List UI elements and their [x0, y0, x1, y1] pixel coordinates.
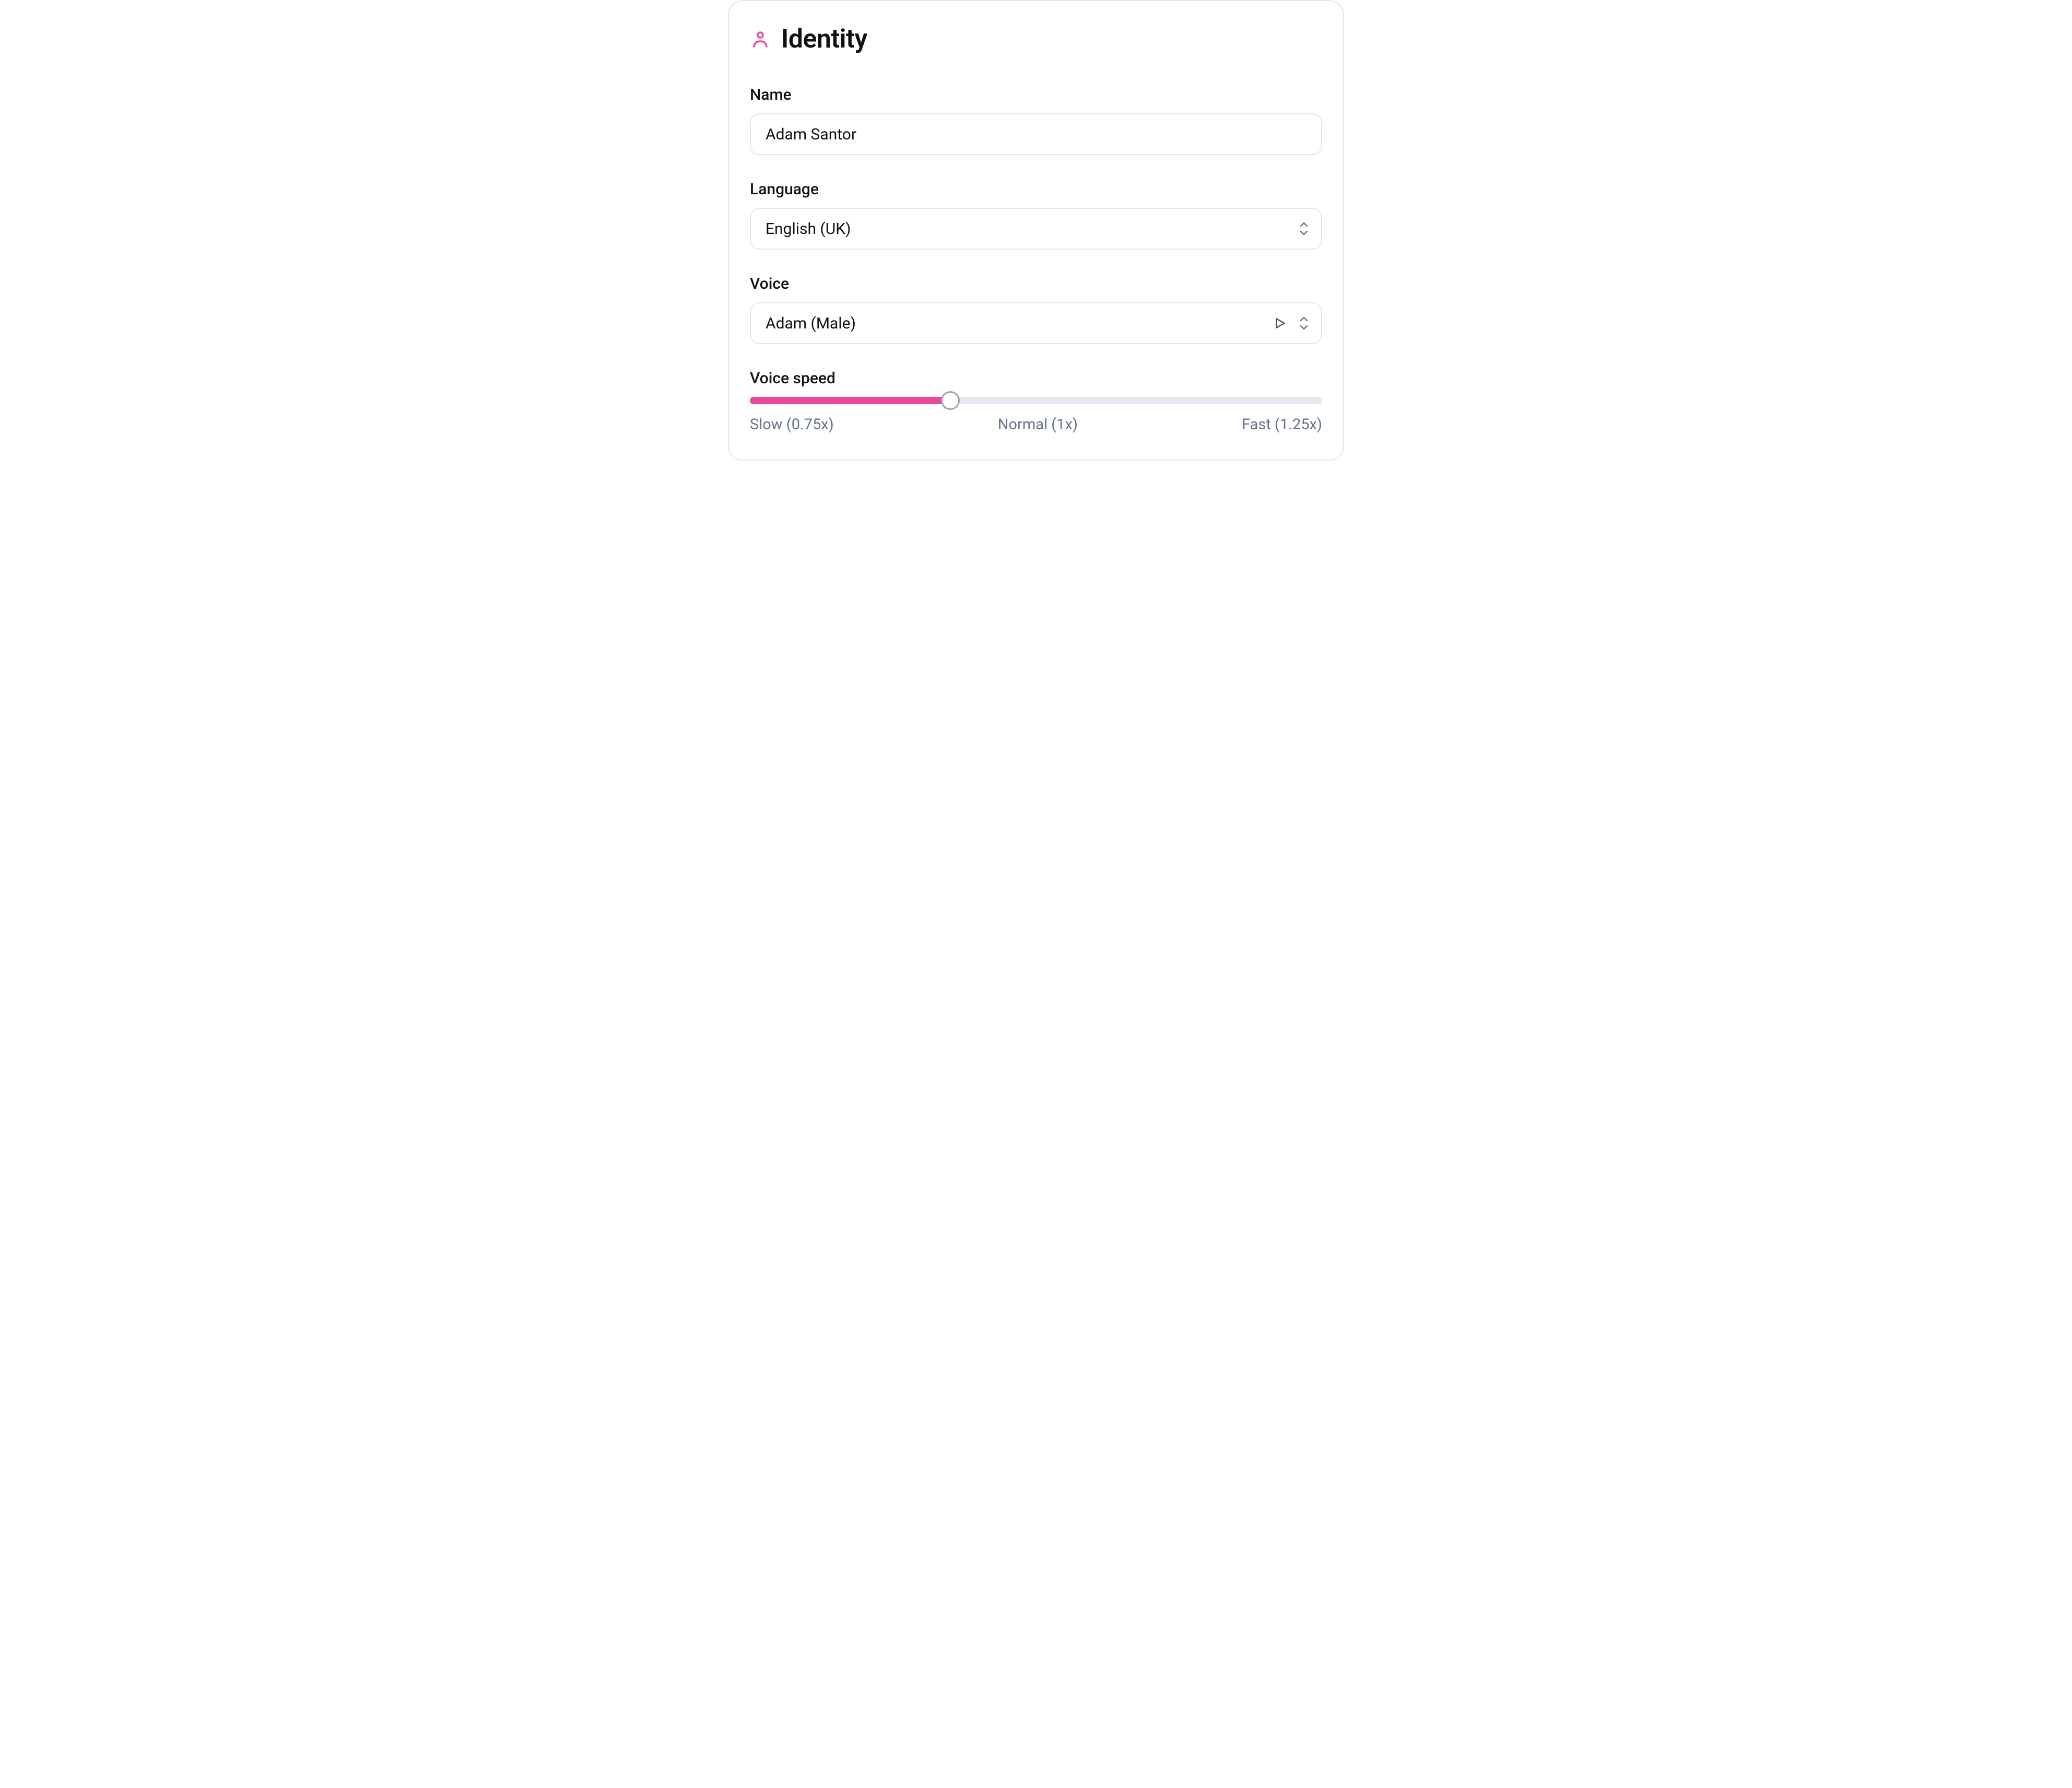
slider-tick-fast: Fast (1.25x): [1242, 416, 1322, 433]
voice-value: Adam (Male): [766, 314, 856, 333]
name-field-group: Name: [750, 86, 1322, 155]
voice-field-group: Voice Adam (Male): [750, 275, 1322, 344]
identity-card: Identity Name Language English (UK) Voic…: [728, 0, 1344, 461]
language-label: Language: [750, 180, 1322, 198]
voice-speed-slider[interactable]: [750, 397, 1322, 404]
slider-tick-normal: Normal (1x): [998, 416, 1078, 433]
person-icon: [750, 29, 771, 50]
section-title: Identity: [781, 24, 867, 54]
card-header: Identity: [750, 24, 1322, 54]
voice-speed-field-group: Voice speed Slow (0.75x) Normal (1x) Fas…: [750, 369, 1322, 433]
slider-tick-slow: Slow (0.75x): [750, 416, 834, 433]
chevrons-up-down-icon: [1299, 316, 1309, 330]
voice-select[interactable]: Adam (Male): [750, 302, 1322, 344]
name-label: Name: [750, 86, 1322, 104]
slider-tick-labels: Slow (0.75x) Normal (1x) Fast (1.25x): [750, 416, 1322, 433]
chevrons-up-down-icon: [1299, 222, 1309, 236]
voice-speed-label: Voice speed: [750, 369, 1322, 387]
slider-fill: [750, 397, 950, 404]
name-input[interactable]: [750, 113, 1322, 155]
voice-label: Voice: [750, 275, 1322, 293]
language-field-group: Language English (UK): [750, 180, 1322, 250]
language-select[interactable]: English (UK): [750, 208, 1322, 250]
slider-thumb[interactable]: [941, 391, 960, 410]
language-value: English (UK): [766, 220, 851, 238]
play-icon[interactable]: [1273, 316, 1287, 330]
